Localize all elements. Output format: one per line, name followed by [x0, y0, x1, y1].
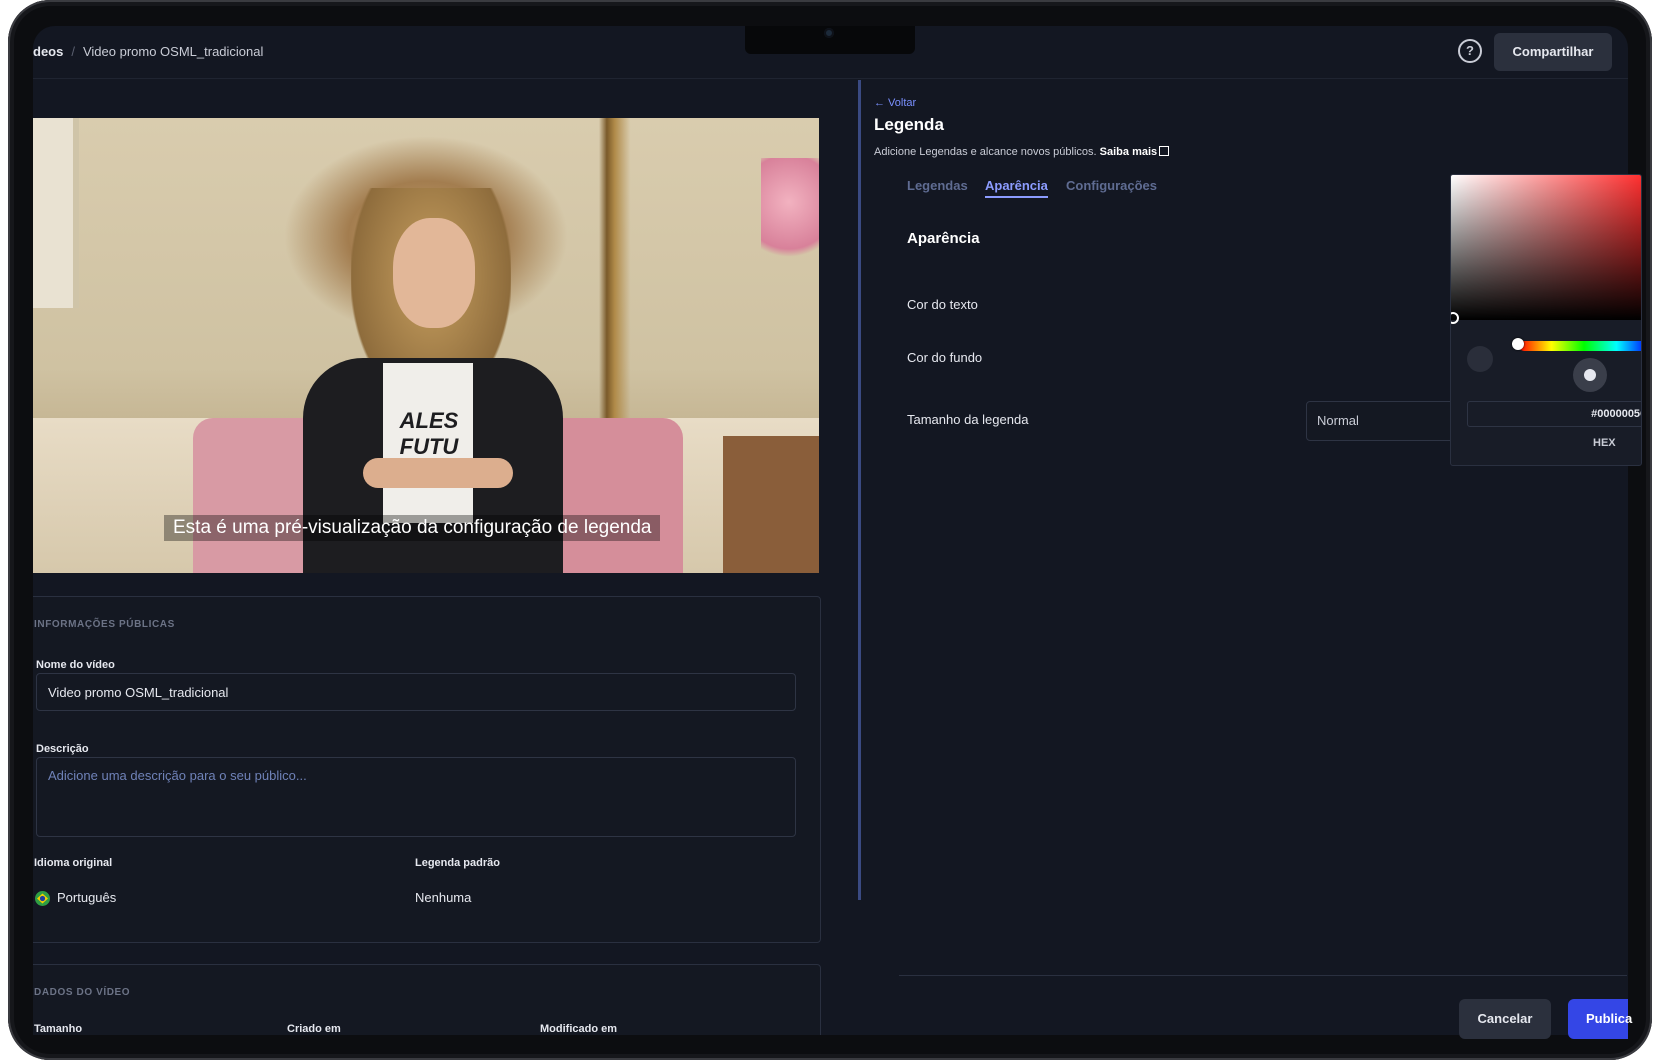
share-button[interactable]: Compartilhar: [1494, 33, 1612, 71]
caption-size-select[interactable]: Normal: [1306, 401, 1466, 441]
video-shirt-text: ALES FUTU: [399, 408, 459, 459]
tab-legendas[interactable]: Legendas: [907, 178, 968, 193]
description-textarea[interactable]: Adicione uma descrição para o seu públic…: [36, 757, 796, 837]
caption-preview: Esta é uma pré-visualização da configura…: [164, 515, 661, 541]
tab-configuracoes[interactable]: Configurações: [1066, 178, 1157, 193]
default-caption-label: Legenda padrão: [415, 857, 500, 869]
video-flowers: [761, 158, 819, 268]
hue-slider-handle[interactable]: [1512, 338, 1524, 350]
hex-input[interactable]: #0000005C: [1467, 401, 1641, 427]
created-label: Criado em: [287, 1023, 341, 1035]
panel-title: Legenda: [874, 115, 944, 134]
original-language-label: Idioma original: [34, 857, 113, 869]
video-person-hands: [363, 458, 513, 488]
video-person-face: [393, 218, 475, 328]
breadcrumb-root[interactable]: deos: [33, 44, 63, 59]
footer-divider: [899, 975, 1627, 976]
pane-resize-handle[interactable]: [858, 80, 861, 900]
breadcrumb-current: Video promo OSML_tradicional: [82, 44, 264, 59]
bg-color-label: Cor do fundo: [907, 350, 983, 365]
video-mirror: [33, 118, 79, 308]
video-side-table: [723, 436, 819, 573]
camera-icon: [824, 28, 834, 38]
appearance-heading: Aparência: [907, 230, 980, 247]
public-info-heading: INFORMAÇÕES PÚBLICAS: [34, 619, 175, 630]
tab-aparencia[interactable]: Aparência: [985, 178, 1048, 198]
external-link-icon: [1159, 146, 1170, 156]
video-data-heading: DADOS DO VÍDEO: [34, 987, 131, 998]
video-name-input[interactable]: [36, 673, 796, 711]
color-picker: #0000005C HEX: [1450, 174, 1642, 466]
default-caption-value[interactable]: Nenhuma: [415, 890, 471, 905]
description-label: Descrição: [36, 743, 89, 755]
video-name-label: Nome do vídeo: [36, 659, 115, 671]
back-link[interactable]: ← Voltar: [874, 97, 916, 109]
breadcrumb-separator: /: [71, 44, 75, 59]
video-preview[interactable]: ALES FUTU Esta é uma pré-visualização da…: [33, 118, 819, 573]
modified-label: Modificado em: [540, 1023, 618, 1035]
original-language-value[interactable]: Português: [57, 890, 116, 905]
video-data-card: DADOS DO VÍDEO Tamanho Criado em Modific…: [33, 964, 821, 1035]
breadcrumb: deos / Video promo OSML_tradicional: [33, 44, 263, 59]
hue-slider[interactable]: [1519, 341, 1641, 351]
app-screen: deos / Video promo OSML_tradicional ? Comp…: [33, 26, 1628, 1035]
camera-notch: [745, 26, 915, 54]
brazil-flag-icon: [35, 891, 50, 906]
saturation-handle[interactable]: [1451, 312, 1459, 324]
panel-description: Adicione Legendas e alcance novos públic…: [874, 145, 1170, 158]
saturation-area[interactable]: [1451, 175, 1641, 320]
caption-size-label: Tamanho da legenda: [907, 412, 1029, 427]
public-info-card: INFORMAÇÕES PÚBLICAS Nome do vídeo Descr…: [33, 596, 821, 943]
color-swatch: [1467, 346, 1493, 372]
publish-button[interactable]: Publica: [1568, 999, 1632, 1039]
alpha-slider-handle[interactable]: [1573, 358, 1607, 392]
cancel-button[interactable]: Cancelar: [1459, 999, 1551, 1039]
learn-more-label: Saiba mais: [1099, 146, 1158, 158]
text-color-label: Cor do texto: [907, 297, 978, 312]
learn-more-link[interactable]: Saiba mais: [1099, 146, 1170, 158]
size-label: Tamanho: [34, 1023, 83, 1035]
panel-description-text: Adicione Legendas e alcance novos públic…: [874, 146, 1097, 158]
help-icon[interactable]: ?: [1458, 39, 1482, 63]
hex-mode-label[interactable]: HEX: [1593, 437, 1616, 449]
